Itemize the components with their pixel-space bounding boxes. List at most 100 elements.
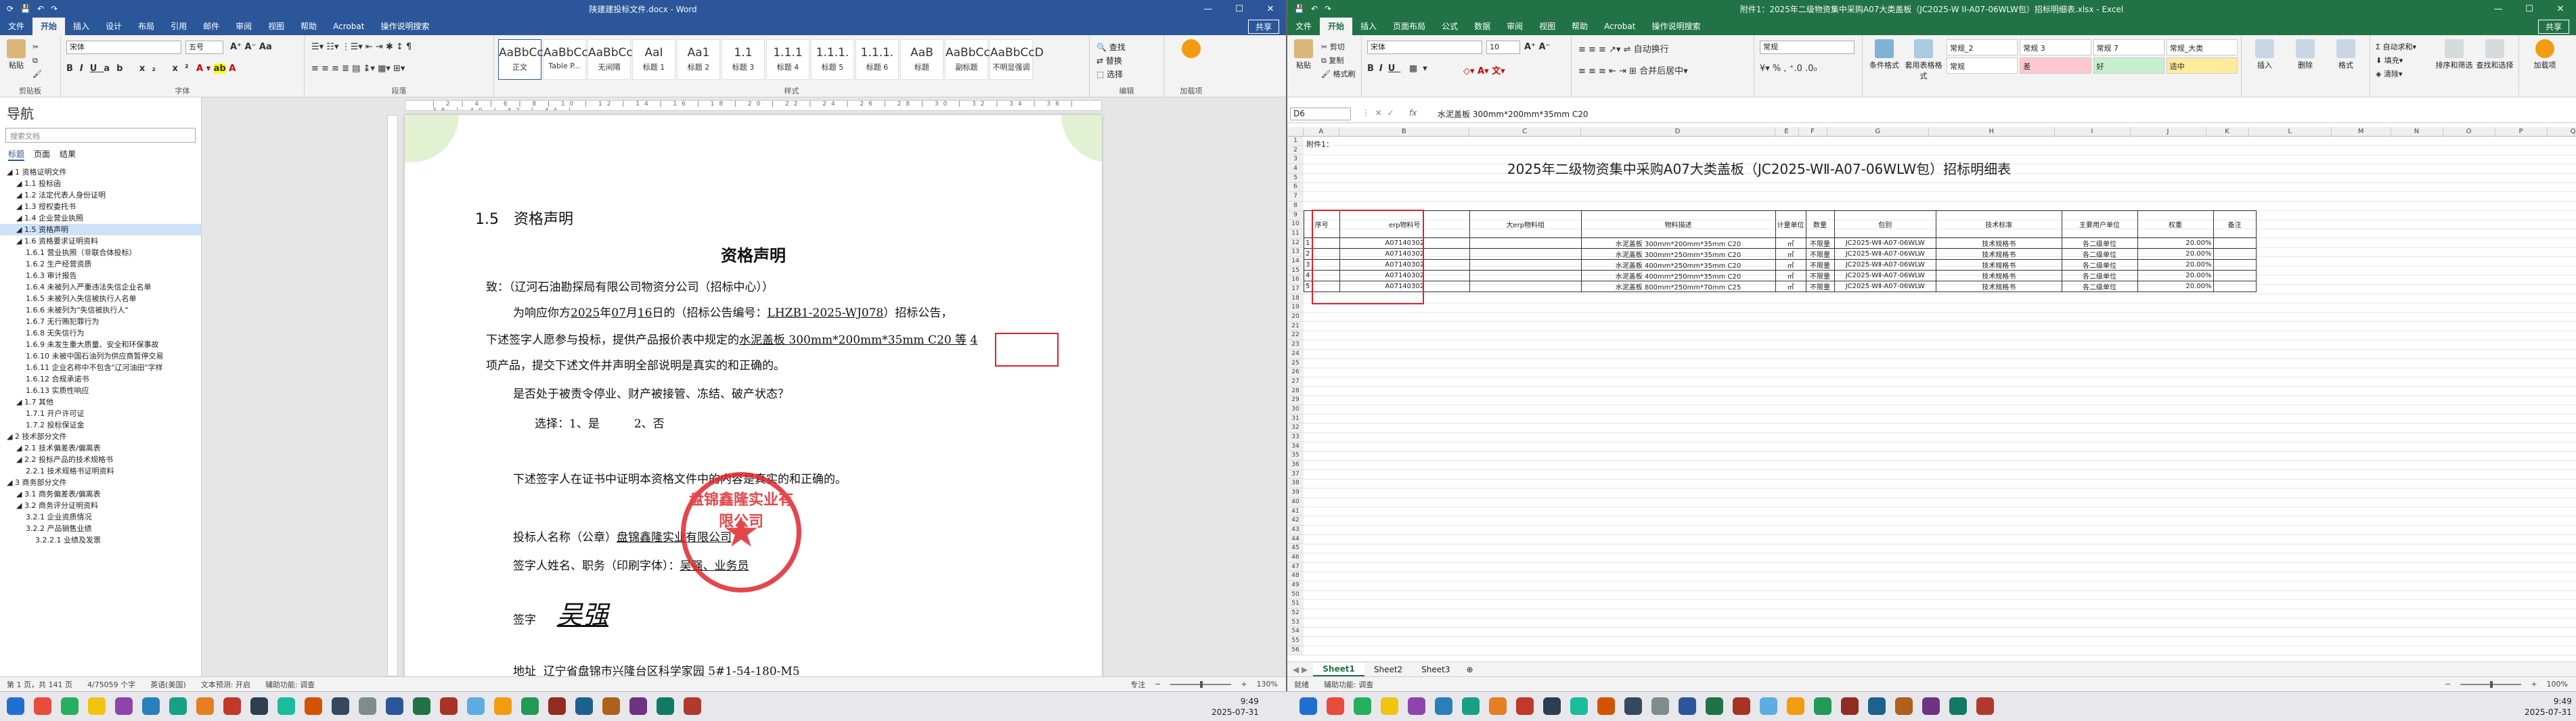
add-sheet-icon[interactable]: ⊕ bbox=[1460, 665, 1480, 674]
zoom-level[interactable]: 100% bbox=[2547, 680, 2568, 689]
table-cell[interactable]: JC2025-WⅡ-A07-06WLW bbox=[1834, 281, 1936, 292]
table-cell[interactable]: 各二级单位 bbox=[2061, 270, 2138, 281]
taskbar-app-icon[interactable] bbox=[1354, 697, 1371, 715]
tab-10[interactable]: Acrobat bbox=[325, 18, 372, 35]
row-header[interactable]: 48 bbox=[1287, 572, 1304, 581]
taskbar-clock[interactable]: 9:49 2025-07-31 bbox=[1212, 696, 1259, 718]
tab-0[interactable]: 文件 bbox=[1287, 18, 1320, 35]
tab-6[interactable]: 审阅 bbox=[1498, 18, 1531, 35]
column-header[interactable]: D bbox=[1581, 127, 1775, 137]
row-header[interactable]: 52 bbox=[1287, 609, 1304, 618]
column-header[interactable]: P bbox=[2495, 127, 2548, 137]
row-header[interactable]: 22 bbox=[1287, 331, 1304, 341]
nav-item[interactable]: 1.6.7 无行贿犯罪行为 bbox=[0, 316, 201, 327]
table-cell[interactable]: 水泥盖板 300mm*250mm*35mm C20 bbox=[1580, 248, 1776, 260]
zoom-slider[interactable] bbox=[2460, 680, 2522, 688]
font-name-combo[interactable]: 宋体 bbox=[1367, 41, 1482, 54]
table-header[interactable]: 技术标准 bbox=[1936, 210, 2062, 238]
nav-item[interactable]: 1.7.2 投标保证金 bbox=[0, 419, 201, 431]
taskbar-app-icon[interactable] bbox=[1516, 697, 1534, 715]
delete-cells-button[interactable]: 删除 bbox=[2286, 35, 2324, 70]
tab-7[interactable]: 视图 bbox=[1531, 18, 1563, 35]
table-cell[interactable]: 各二级单位 bbox=[2061, 281, 2138, 292]
nav-item[interactable]: ◢ 2.1 技术偏差表/偏离表 bbox=[0, 442, 201, 454]
table-cell[interactable]: 水泥盖板 400mm*250mm*35mm C20 bbox=[1580, 259, 1776, 271]
addins-button[interactable]: 加载项 bbox=[2531, 35, 2558, 70]
zoom-out-icon[interactable]: − bbox=[2445, 680, 2451, 689]
close-icon[interactable]: ✕ bbox=[2545, 0, 2576, 18]
table-cell[interactable] bbox=[2213, 237, 2257, 249]
row-header[interactable]: 53 bbox=[1287, 618, 1304, 628]
nav-search-input[interactable]: 搜索文档 bbox=[5, 128, 196, 143]
language[interactable]: 英语(美国) bbox=[150, 679, 186, 690]
table-row[interactable]: 4 A07140302 水泥盖板 400mm*250mm*35mm C20 ㎡不限量 J… bbox=[1304, 270, 2257, 281]
taskbar-app-icon[interactable] bbox=[521, 697, 539, 715]
row-header[interactable]: 11 bbox=[1287, 229, 1304, 239]
vertical-ruler[interactable] bbox=[387, 115, 398, 676]
nav-item[interactable]: 1.6.9 未发生重大质量、安全和环保事故 bbox=[0, 339, 201, 350]
table-cell[interactable]: JC2025-WⅡ-A07-06WLW bbox=[1834, 259, 1936, 271]
column-header[interactable]: K bbox=[2206, 127, 2249, 137]
sheet-tab[interactable]: Sheet3 bbox=[1412, 664, 1459, 676]
taskbar-app-icon[interactable] bbox=[1543, 697, 1561, 715]
column-header[interactable]: C bbox=[1469, 127, 1581, 137]
table-cell[interactable]: ㎡ bbox=[1775, 270, 1806, 281]
style-4[interactable]: Aa1 标题 2 bbox=[677, 39, 720, 80]
zoom-level[interactable]: 130% bbox=[1257, 680, 1278, 689]
formula-buttons[interactable]: ⋮ ✕ ✓ bbox=[1362, 108, 1394, 118]
table-cell[interactable] bbox=[2213, 248, 2257, 260]
row-header[interactable]: 3 bbox=[1287, 155, 1304, 165]
taskbar-app-icon[interactable] bbox=[1462, 697, 1480, 715]
zoom-slider[interactable] bbox=[1170, 680, 1232, 688]
row-header[interactable]: 50 bbox=[1287, 590, 1304, 600]
taskbar-app-icon[interactable] bbox=[1570, 697, 1588, 715]
table-cell[interactable]: ㎡ bbox=[1775, 237, 1806, 249]
formula-input[interactable]: 水泥盖板 300mm*200mm*35mm C20 bbox=[1438, 108, 1589, 120]
nav-item[interactable]: ◢ 3.1 商务偏差表/偏离表 bbox=[0, 488, 201, 500]
row-header[interactable]: 51 bbox=[1287, 599, 1304, 609]
table-cell[interactable] bbox=[2213, 281, 2257, 292]
column-header[interactable]: O bbox=[2443, 127, 2495, 137]
tab-5[interactable]: 数据 bbox=[1466, 18, 1498, 35]
table-cell[interactable]: 20.00% bbox=[2137, 270, 2214, 281]
style-0[interactable]: AaBbCcDd 正文 bbox=[498, 39, 560, 80]
table-cell[interactable]: 技术规格书 bbox=[1936, 237, 2062, 249]
taskbar-app-icon[interactable] bbox=[169, 697, 187, 715]
row-header[interactable]: 13 bbox=[1287, 248, 1304, 257]
select-all-corner[interactable] bbox=[1287, 127, 1304, 137]
nav-tab-1[interactable]: 页面 bbox=[34, 148, 50, 161]
taskbar-app-icon[interactable] bbox=[34, 697, 51, 715]
taskbar-app-icon[interactable] bbox=[1733, 697, 1750, 715]
align-buttons[interactable]: ≡ ≡ ≡ ≣ ▤ ↨▾ ▦▾ ⊞▾ bbox=[311, 64, 405, 74]
grow-font-icon[interactable]: A⁺ A⁻ Aa bbox=[230, 42, 272, 52]
table-cell[interactable]: 不限量 bbox=[1805, 259, 1835, 271]
maximize-icon[interactable]: ☐ bbox=[1224, 0, 1255, 18]
row-header[interactable]: 37 bbox=[1287, 469, 1304, 480]
taskbar-clock-right[interactable]: 9:49 2025-07-31 bbox=[2525, 696, 2572, 718]
row-header[interactable]: 33 bbox=[1287, 433, 1304, 442]
column-header[interactable]: H bbox=[1929, 127, 2055, 137]
tab-7[interactable]: 审阅 bbox=[227, 18, 260, 35]
column-header[interactable]: B bbox=[1339, 127, 1469, 137]
style-1[interactable]: AaBbCcDd Table P... bbox=[543, 39, 604, 80]
find-select-button[interactable]: 查找和选择 bbox=[2474, 35, 2515, 70]
zoom-in-icon[interactable]: + bbox=[1241, 680, 1247, 689]
taskbar-app-icon[interactable] bbox=[1489, 697, 1507, 715]
tab-0[interactable]: 文件 bbox=[0, 18, 32, 35]
tab-2[interactable]: 插入 bbox=[65, 18, 97, 35]
nav-tab-0[interactable]: 标题 bbox=[8, 148, 25, 161]
cell-style-3[interactable]: 常规_大类 bbox=[2166, 39, 2238, 55]
nav-tab-2[interactable]: 结果 bbox=[60, 148, 76, 161]
table-cell[interactable] bbox=[1469, 281, 1582, 292]
table-header[interactable]: 数量 bbox=[1805, 210, 1835, 238]
taskbar-app-icon[interactable] bbox=[1841, 697, 1859, 715]
row-header[interactable]: 41 bbox=[1287, 507, 1304, 517]
zoom-out-icon[interactable]: − bbox=[1155, 680, 1161, 689]
paste-button[interactable]: 粘贴 bbox=[1290, 35, 1317, 70]
row-header[interactable]: 30 bbox=[1287, 404, 1304, 415]
column-header[interactable]: L bbox=[2249, 127, 2332, 137]
style-11[interactable]: AaBbCcD 不明显强调 bbox=[990, 39, 1044, 80]
nav-item[interactable]: 1.6.12 合规承诺书 bbox=[0, 373, 201, 385]
table-row[interactable]: 2 A07140302 水泥盖板 300mm*250mm*35mm C20 ㎡不限量 J… bbox=[1304, 248, 2257, 260]
row-header[interactable]: 12 bbox=[1287, 238, 1304, 248]
